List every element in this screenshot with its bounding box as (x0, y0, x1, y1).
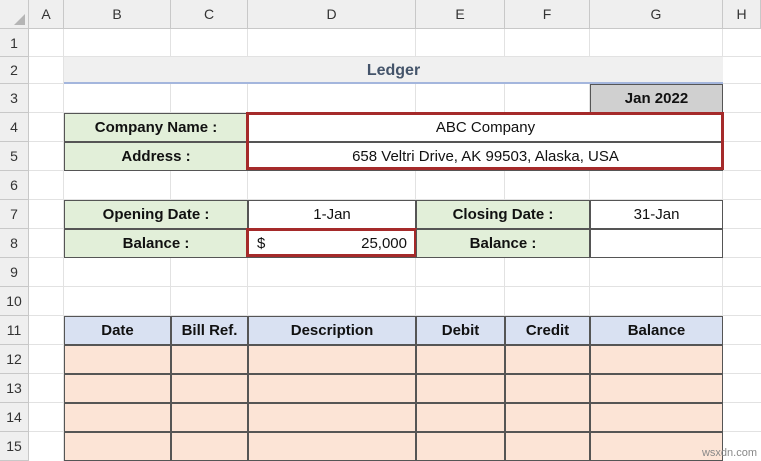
table-cell[interactable] (64, 374, 171, 403)
balance-label[interactable]: Balance : (64, 229, 248, 258)
row-header-12[interactable]: 12 (0, 345, 29, 374)
column-header-d[interactable]: D (248, 0, 416, 29)
table-cell[interactable] (248, 345, 416, 374)
row-header-13[interactable]: 13 (0, 374, 29, 403)
row-header-10[interactable]: 10 (0, 287, 29, 316)
table-cell[interactable] (64, 403, 171, 432)
table-header-balance[interactable]: Balance (590, 316, 723, 345)
table-cell[interactable] (416, 345, 505, 374)
table-cell[interactable] (416, 432, 505, 461)
table-cell[interactable] (64, 345, 171, 374)
row-header-15[interactable]: 15 (0, 432, 29, 461)
table-cell[interactable] (505, 403, 590, 432)
table-cell[interactable] (64, 432, 171, 461)
row-header-2[interactable]: 2 (0, 57, 29, 84)
opening-date-value[interactable]: 1-Jan (248, 200, 416, 229)
table-cell[interactable] (590, 345, 723, 374)
column-header-b[interactable]: B (64, 0, 171, 29)
opening-balance-value[interactable]: $ 25,000 (248, 229, 416, 258)
row-header-7[interactable]: 7 (0, 200, 29, 229)
row-header-1[interactable]: 1 (0, 29, 29, 57)
address-label[interactable]: Address : (64, 142, 248, 171)
closing-balance-value[interactable] (590, 229, 723, 258)
row-header-11[interactable]: 11 (0, 316, 29, 345)
table-cell[interactable] (505, 432, 590, 461)
row-header-9[interactable]: 9 (0, 258, 29, 287)
table-cell[interactable] (171, 403, 248, 432)
column-header-a[interactable]: A (29, 0, 64, 29)
table-header-description[interactable]: Description (248, 316, 416, 345)
ledger-title[interactable]: Ledger (64, 57, 723, 84)
table-cell[interactable] (248, 374, 416, 403)
table-cell[interactable] (416, 374, 505, 403)
table-header-bill-ref[interactable]: Bill Ref. (171, 316, 248, 345)
select-all-triangle-icon (14, 14, 25, 25)
spreadsheet[interactable]: A B C D E F G H 1 2 3 4 5 6 7 8 9 10 11 … (0, 0, 761, 461)
table-cell[interactable] (171, 374, 248, 403)
table-header-debit[interactable]: Debit (416, 316, 505, 345)
company-name-value[interactable]: ABC Company (248, 113, 723, 142)
table-header-credit[interactable]: Credit (505, 316, 590, 345)
table-header-date[interactable]: Date (64, 316, 171, 345)
watermark: wsxdn.com (701, 447, 757, 459)
table-cell[interactable] (590, 403, 723, 432)
column-header-g[interactable]: G (590, 0, 723, 29)
row-header-14[interactable]: 14 (0, 403, 29, 432)
opening-date-label[interactable]: Opening Date : (64, 200, 248, 229)
gridline (29, 286, 761, 287)
closing-date-value[interactable]: 31-Jan (590, 200, 723, 229)
month-cell[interactable]: Jan 2022 (590, 84, 723, 113)
column-header-e[interactable]: E (416, 0, 505, 29)
table-cell[interactable] (590, 374, 723, 403)
select-all-corner[interactable] (0, 0, 29, 29)
row-header-8[interactable]: 8 (0, 229, 29, 258)
table-cell[interactable] (171, 432, 248, 461)
address-value[interactable]: 658 Veltri Drive, AK 99503, Alaska, USA (248, 142, 723, 171)
company-name-label[interactable]: Company Name : (64, 113, 248, 142)
currency-symbol: $ (257, 235, 266, 252)
column-header-h[interactable]: H (723, 0, 761, 29)
table-cell[interactable] (416, 403, 505, 432)
row-header-5[interactable]: 5 (0, 142, 29, 171)
table-cell[interactable] (505, 345, 590, 374)
table-cell[interactable] (248, 432, 416, 461)
table-cell[interactable] (505, 374, 590, 403)
column-header-f[interactable]: F (505, 0, 590, 29)
table-cell[interactable] (248, 403, 416, 432)
opening-balance-amount: 25,000 (361, 235, 407, 252)
column-header-c[interactable]: C (171, 0, 248, 29)
table-cell[interactable] (171, 345, 248, 374)
row-header-6[interactable]: 6 (0, 171, 29, 200)
closing-date-label[interactable]: Closing Date : (416, 200, 590, 229)
row-header-3[interactable]: 3 (0, 84, 29, 113)
closing-balance-label[interactable]: Balance : (416, 229, 590, 258)
row-header-4[interactable]: 4 (0, 113, 29, 142)
